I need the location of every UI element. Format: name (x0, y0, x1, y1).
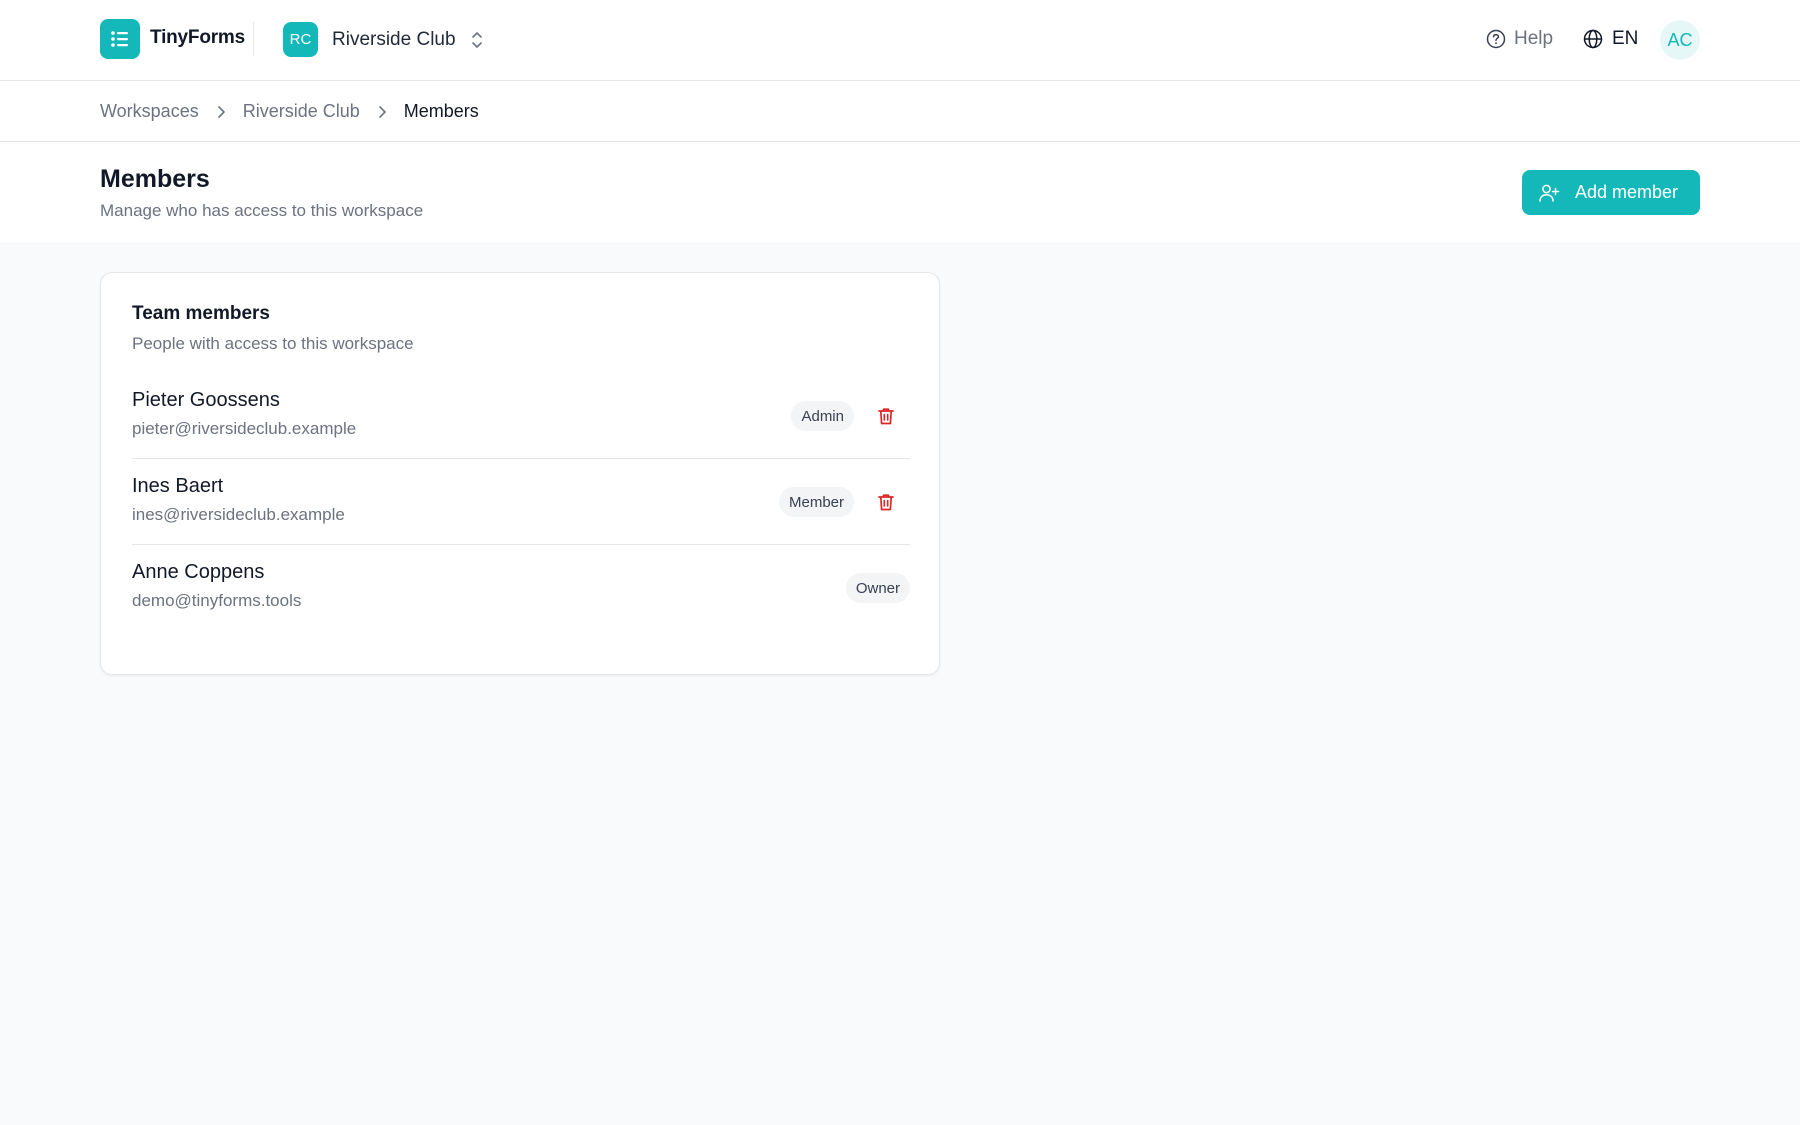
card-subtitle: People with access to this workspace (132, 334, 414, 353)
header-divider (253, 22, 254, 56)
workspace-switcher[interactable]: RC Riverside Club (283, 22, 484, 57)
help-link[interactable]: Help (1486, 28, 1553, 50)
app-logo[interactable] (100, 19, 140, 59)
member-name: Ines Baert (132, 475, 224, 497)
breadcrumb-current: Members (403, 101, 479, 121)
member-name: Pieter Goossens (132, 389, 280, 411)
workspace-name: Riverside Club (332, 28, 456, 50)
help-label: Help (1514, 28, 1554, 49)
member-email: ines@riversideclub.example (132, 505, 345, 524)
brand-name: TinyForms (150, 27, 245, 48)
page-header: Members Manage who has access to this wo… (0, 142, 1800, 242)
trash-icon (878, 408, 894, 425)
member-name: Anne Coppens (132, 561, 265, 583)
remove-member-button[interactable] (872, 488, 900, 516)
workspace-avatar: RC (283, 22, 318, 57)
remove-member-button[interactable] (872, 402, 900, 430)
member-email: demo@tinyforms.tools (132, 591, 302, 610)
member-row: Pieter Goossens pieter@riversideclub.exa… (132, 373, 910, 459)
chevron-right-icon (377, 105, 387, 119)
add-member-label: Add member (1575, 182, 1679, 202)
team-members-card: Team members People with access to this … (100, 272, 940, 675)
member-row: Anne Coppens demo@tinyforms.tools Owner (132, 545, 910, 631)
user-avatar[interactable]: AC (1660, 20, 1700, 60)
language-switcher[interactable]: EN (1583, 28, 1638, 50)
chevron-up-down-icon (470, 30, 484, 50)
breadcrumb-bar: Workspaces Riverside Club Members (0, 81, 1800, 142)
breadcrumb-workspace[interactable]: Riverside Club (243, 101, 360, 122)
page-subtitle: Manage who has access to this workspace (100, 201, 424, 220)
member-row: Ines Baert ines@riversideclub.example Me… (132, 459, 910, 545)
breadcrumb: Workspaces Riverside Club Members (100, 101, 479, 122)
globe-icon (1583, 29, 1603, 49)
help-circle-icon (1486, 29, 1506, 49)
add-member-button[interactable]: Add member (1522, 170, 1700, 215)
page-title: Members (100, 165, 210, 193)
list-icon (111, 31, 128, 47)
top-bar: TinyForms RC Riverside Club Help EN AC (0, 0, 1800, 81)
card-title: Team members (132, 303, 270, 324)
role-badge: Owner (845, 573, 910, 603)
trash-icon (878, 494, 894, 511)
user-plus-icon (1538, 182, 1560, 204)
member-email: pieter@riversideclub.example (132, 419, 357, 438)
chevron-right-icon (216, 105, 226, 119)
role-badge: Admin (791, 401, 854, 431)
breadcrumb-workspaces[interactable]: Workspaces (100, 101, 199, 122)
role-badge: Member (778, 487, 854, 517)
language-label: EN (1612, 28, 1639, 49)
